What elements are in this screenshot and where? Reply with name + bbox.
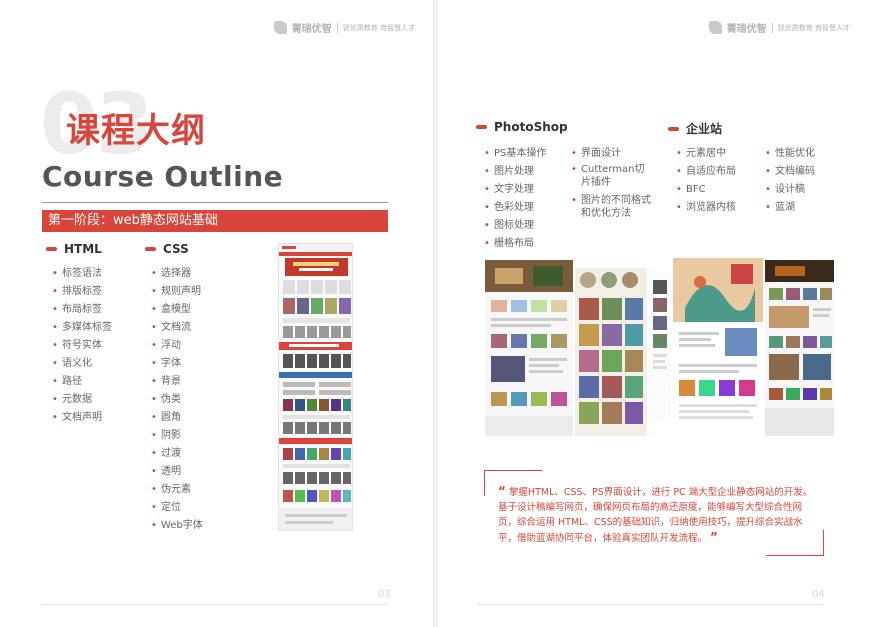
list-item: 排版标签: [52, 283, 112, 301]
css-topic-list: 选择器规则声明盒模型文档流浮动字体背景伪类圆角阴影过渡透明伪元素定位Web字体: [151, 265, 203, 535]
list-item: PS基本操作: [484, 145, 546, 163]
page-number-left: 03: [378, 589, 391, 600]
quote-text: “ 掌握HTML、CSS、PS界面设计，进行 PC 端大型企业静态网站的开发。基…: [498, 484, 816, 546]
list-item: 图片的不同格式和优化方法: [571, 194, 651, 220]
brand-header-left: 菁瑞优智 锐优质教育·育智慧人才: [273, 20, 415, 35]
footer-line-left: [42, 604, 388, 605]
html-heading-label: HTML: [64, 242, 102, 256]
dash-marker: [476, 125, 487, 129]
enterprise-topic-list-1: 元素居中自适应布局BFC浏览器内核: [676, 145, 736, 217]
list-item: 布局标签: [52, 301, 112, 319]
dash-marker: [668, 126, 679, 131]
list-item: 文档流: [151, 319, 203, 337]
list-item: 背景: [151, 373, 203, 391]
list-item: 过渡: [151, 445, 203, 463]
list-item: 蓝湖: [765, 199, 815, 217]
list-item: 规则声明: [151, 283, 203, 301]
quote-body: 掌握HTML、CSS、PS界面设计，进行 PC 端大型企业静态网站的开发。基于设…: [498, 487, 813, 544]
css-heading: CSS: [145, 242, 189, 256]
list-item: 符号实体: [52, 337, 112, 355]
website-long-screenshot: [278, 243, 353, 531]
quote-corner-bottom-v: [823, 530, 824, 556]
list-item: Web字体: [151, 517, 203, 535]
css-heading-label: CSS: [163, 242, 189, 256]
photoshop-heading: PhotoShop: [476, 120, 568, 134]
html-heading: HTML: [46, 242, 102, 256]
list-item: BFC: [676, 181, 736, 199]
dash-marker: [46, 247, 57, 251]
list-item: 浏览器内核: [676, 199, 736, 217]
list-item: 透明: [151, 463, 203, 481]
quote-open-mark: “: [498, 484, 506, 498]
list-item: 伪类: [151, 391, 203, 409]
list-item: 伪元素: [151, 481, 203, 499]
list-item: 文档编码: [765, 163, 815, 181]
collage-image: [485, 258, 834, 448]
list-item: 字体: [151, 355, 203, 373]
list-item: 栅格布局: [484, 235, 546, 253]
stage-banner: 第一阶段：web静态网站基础: [42, 210, 388, 232]
list-item: 标签语法: [52, 265, 112, 283]
course-summary-quote: “ 掌握HTML、CSS、PS界面设计，进行 PC 端大型企业静态网站的开发。基…: [484, 470, 824, 556]
brand-slogan: 锐优质教育·育智慧人才: [342, 23, 415, 32]
list-item: 选择器: [151, 265, 203, 283]
project-screenshot-collage: [485, 258, 834, 448]
list-item: 多媒体标签: [52, 319, 112, 337]
enterprise-heading-label: 企业站: [686, 122, 723, 136]
list-item: 界面设计: [571, 145, 651, 163]
list-item: 图片处理: [484, 163, 546, 181]
list-item: 元素居中: [676, 145, 736, 163]
list-item: 图标处理: [484, 217, 546, 235]
list-item: 自适应布局: [676, 163, 736, 181]
enterprise-topic-list-2: 性能优化文档编码设计稿蓝湖: [765, 145, 815, 217]
page-number-right: 04: [812, 589, 825, 600]
brand-logo-icon: [273, 21, 287, 34]
quote-close-mark: ”: [710, 530, 718, 544]
brand-divider: [336, 22, 338, 33]
photoshop-topic-list-1: PS基本操作图片处理文字处理色彩处理图标处理栅格布局: [484, 145, 546, 253]
enterprise-heading: 企业站: [668, 120, 722, 137]
page-title-cn: 课程大纲: [66, 111, 206, 151]
photoshop-topic-list-2: 界面设计Cutterman切片插件图片的不同格式和优化方法: [571, 145, 651, 225]
quote-corner-top-v: [484, 470, 485, 496]
brand-header-right: 菁瑞优智 锐优质教育·育智慧人才: [708, 20, 850, 35]
quote-corner-top-h: [484, 470, 542, 471]
list-item: 路径: [52, 373, 112, 391]
list-item: Cutterman切片插件: [571, 163, 651, 189]
brand-name: 菁瑞优智: [291, 24, 332, 35]
brand-logo-icon: [708, 21, 722, 34]
page-title-en: Course Outline: [42, 160, 284, 193]
list-item: 阴影: [151, 427, 203, 445]
brochure-spread: 菁瑞优智 锐优质教育·育智慧人才 03 课程大纲 Course Outline …: [0, 0, 870, 627]
footer-line-right: [477, 604, 823, 605]
list-item: 语义化: [52, 355, 112, 373]
list-item: 文字处理: [484, 181, 546, 199]
brand-name: 菁瑞优智: [726, 24, 767, 35]
list-item: 设计稿: [765, 181, 815, 199]
dash-marker: [145, 247, 156, 251]
list-item: 盒模型: [151, 301, 203, 319]
list-item: 元数据: [52, 391, 112, 409]
list-item: 定位: [151, 499, 203, 517]
list-item: 色彩处理: [484, 199, 546, 217]
photoshop-heading-label: PhotoShop: [494, 120, 568, 134]
html-topic-list: 标签语法排版标签布局标签多媒体标签符号实体语义化路径元数据文档声明: [52, 265, 112, 427]
brand-slogan: 锐优质教育·育智慧人才: [777, 23, 850, 32]
list-item: 圆角: [151, 409, 203, 427]
left-page: 菁瑞优智 锐优质教育·育智慧人才 03 课程大纲 Course Outline …: [0, 0, 435, 627]
list-item: 性能优化: [765, 145, 815, 163]
list-item: 文档声明: [52, 409, 112, 427]
quote-corner-bottom-h: [766, 555, 824, 556]
title-divider: [42, 202, 388, 203]
list-item: 浮动: [151, 337, 203, 355]
brand-divider: [771, 22, 773, 33]
website-screenshot-image: [279, 244, 352, 530]
